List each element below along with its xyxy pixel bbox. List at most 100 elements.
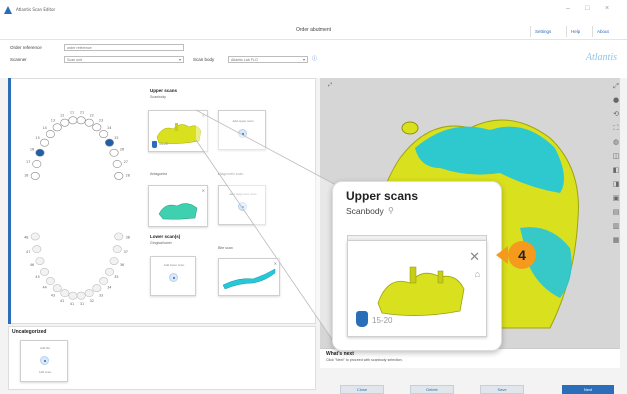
whats-next-text: Click "Next" to proceed with scanbody se…	[326, 358, 403, 362]
tooth-13[interactable]	[52, 123, 62, 132]
delete-scan-icon[interactable]: ✕	[274, 261, 277, 266]
tooth-number: 47	[26, 250, 30, 254]
delete-scan-icon[interactable]: ✕	[202, 188, 205, 193]
upper-scan-tile[interactable]: 15-20 ✕	[148, 110, 208, 152]
scanner-select[interactable]: Scan unit ▾	[64, 56, 184, 63]
minimize-button[interactable]: –	[566, 5, 570, 12]
view-back-icon[interactable]: ◧	[611, 166, 621, 174]
tooth-46[interactable]	[35, 257, 45, 266]
tooth-27[interactable]	[112, 160, 122, 168]
save-button[interactable]: Save	[480, 385, 524, 394]
reset-view-icon[interactable]: ⛶	[611, 124, 621, 132]
fullscreen-icon[interactable]: ⤢	[611, 82, 621, 90]
upper-scans-title: Upper scans	[150, 88, 178, 93]
tooth-11[interactable]	[68, 116, 78, 125]
tooth-number: 27	[124, 160, 128, 164]
scanner-label: Scanner	[10, 57, 27, 62]
add-lower-scan-tile[interactable]: Add lower scan	[150, 256, 196, 296]
callout-scan-tile[interactable]: 15-20 ✕ ⌂	[347, 240, 487, 337]
tooth-14[interactable]	[45, 130, 55, 138]
tooth-41[interactable]	[68, 291, 78, 300]
tooth-24[interactable]	[99, 130, 109, 138]
help-button[interactable]: Help	[566, 26, 584, 37]
add-upper-scan-tile[interactable]: Add upper scan	[218, 110, 266, 150]
bite-scan-title: Bite scan	[218, 246, 233, 250]
uncategorized-title: Uncategorized	[12, 329, 47, 335]
tooth-21[interactable]	[76, 116, 86, 125]
tooth-28[interactable]	[114, 172, 124, 180]
callout-scan-thumbnail	[377, 266, 465, 316]
scanner-select-value: Scan unit	[67, 58, 82, 62]
tooth-number: 17	[26, 160, 30, 164]
tooth-16[interactable]	[35, 148, 45, 157]
tooth-36[interactable]	[109, 257, 119, 266]
tooth-number: 24	[107, 126, 111, 130]
tooth-38[interactable]	[114, 232, 124, 241]
delete-scan-icon[interactable]: ✕	[469, 249, 480, 265]
view-occlusal-icon[interactable]: ▦	[611, 236, 621, 244]
info-icon[interactable]: ⓘ	[312, 55, 317, 62]
settings-button[interactable]: Settings	[530, 26, 555, 37]
tooth-number: 14	[42, 126, 46, 130]
tooth-number: 41	[70, 302, 74, 306]
maximize-button[interactable]: □	[585, 5, 589, 12]
tooth-31[interactable]	[76, 291, 86, 300]
lower-arch: 48 47 46 45 44 43 42 41 31 32 33 34 35 36 37 38	[24, 232, 130, 306]
tooth-number: 35	[114, 275, 118, 279]
tooth-number: 11	[70, 111, 74, 115]
rotate-icon[interactable]: ⟲	[611, 110, 621, 118]
tooth-view-icon[interactable]: ◍	[611, 138, 621, 146]
tooth-26[interactable]	[109, 148, 119, 157]
view-front-icon[interactable]: ◫	[611, 152, 621, 160]
tooth-23[interactable]	[92, 123, 102, 132]
tooth-48[interactable]	[30, 232, 40, 241]
tooth-17[interactable]	[32, 160, 42, 168]
add-icon	[40, 356, 49, 365]
tooth-number: 45	[35, 275, 39, 279]
add-diagnostic-scan-tile[interactable]: Add diagnostic scan	[218, 185, 266, 225]
tooth-18[interactable]	[30, 172, 40, 180]
chevron-down-icon: ▾	[302, 57, 305, 62]
bite-scan-thumbnail	[222, 268, 276, 290]
viewport-expand-icon[interactable]: ⤢	[328, 82, 332, 88]
tooth-22[interactable]	[84, 118, 94, 127]
tooth-44[interactable]	[45, 277, 55, 285]
tooth-15[interactable]	[40, 138, 50, 147]
order-reference-input[interactable]: order reference	[64, 44, 184, 51]
tooth-33[interactable]	[92, 284, 102, 293]
add-file-label: Add file	[39, 346, 50, 350]
tooth-25[interactable]	[104, 138, 114, 147]
about-button[interactable]: About	[592, 26, 613, 37]
view-left-icon[interactable]: ◨	[611, 180, 621, 188]
next-button[interactable]: Next	[562, 385, 614, 394]
tooth-number: 43	[51, 294, 55, 298]
antagonist-scan-tile[interactable]: ✕	[148, 185, 208, 227]
order-reference-label: Order reference	[10, 45, 42, 50]
tooth-42[interactable]	[60, 289, 70, 298]
close-window-button[interactable]: ×	[605, 5, 609, 12]
view-top-icon[interactable]: ▤	[611, 208, 621, 216]
scan-body-select[interactable]: Atlantis Lab FLO ▾	[228, 56, 308, 63]
tooth-34[interactable]	[99, 277, 109, 285]
tooth-37[interactable]	[112, 245, 122, 254]
add-file-tile[interactable]: Add file Add scan	[20, 340, 68, 382]
add-icon	[238, 129, 247, 138]
close-button[interactable]: Close	[340, 385, 384, 394]
tooth-32[interactable]	[84, 289, 94, 298]
delete-button[interactable]: Delete	[410, 385, 454, 394]
tooth-35[interactable]	[104, 267, 114, 276]
tooth-47[interactable]	[32, 245, 42, 254]
tooth-12[interactable]	[60, 118, 70, 127]
add-lower-scan-label: Add lower scan	[163, 263, 185, 267]
step-number: 4	[518, 247, 526, 263]
upper-scans-subtitle: Scanbody	[150, 95, 166, 99]
tooth-45[interactable]	[40, 267, 50, 276]
tooth-number: 31	[80, 302, 84, 306]
view-right-icon[interactable]: ▣	[611, 194, 621, 202]
bite-scan-tile[interactable]: ✕	[218, 258, 280, 296]
tooth-43[interactable]	[52, 284, 62, 293]
scanbody-toggle-icon[interactable]: ⌂	[475, 269, 480, 279]
delete-scan-icon[interactable]: ✕	[202, 113, 205, 118]
pin-icon[interactable]: ●	[611, 96, 621, 104]
view-bottom-icon[interactable]: ▥	[611, 222, 621, 230]
